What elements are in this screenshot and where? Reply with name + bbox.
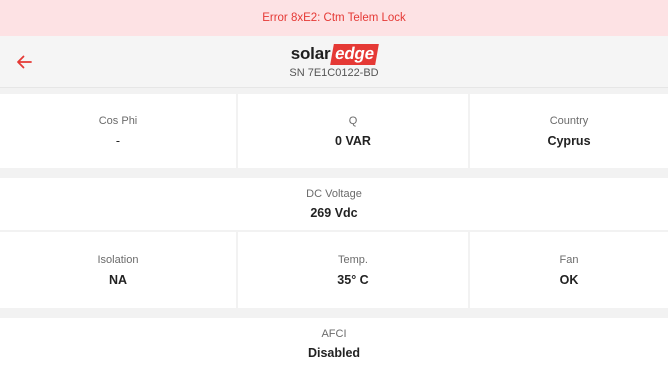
app-header: solar edge SN 7E1C0122-BD: [0, 36, 668, 88]
q-label: Q: [348, 114, 358, 127]
isolation-value: NA: [108, 272, 128, 287]
cos-phi-label: Cos Phi: [98, 114, 138, 127]
dc-voltage-card: DC Voltage 269 Vdc: [0, 178, 668, 230]
afci-value: Disabled: [307, 346, 361, 360]
logo-edge-text: edge: [330, 44, 380, 65]
logo-solar-text: solar: [290, 44, 331, 63]
solaredge-logo: solar edge: [0, 44, 668, 65]
temp-card: Temp. 35° C: [238, 232, 468, 308]
dc-voltage-value: 269 Vdc: [310, 206, 358, 220]
fan-label: Fan: [559, 253, 579, 266]
error-banner-text: Error 8xE2: Ctm Telem Lock: [262, 12, 406, 24]
fan-card: Fan OK: [470, 232, 668, 308]
q-card: Q 0 VAR: [238, 94, 468, 168]
afci-label: AFCI: [321, 328, 347, 340]
cos-phi-value: -: [115, 133, 121, 148]
error-banner: Error 8xE2: Ctm Telem Lock: [0, 0, 668, 36]
dc-voltage-label: DC Voltage: [306, 188, 362, 200]
country-card: Country Cyprus: [470, 94, 668, 168]
cos-phi-card: Cos Phi -: [0, 94, 236, 168]
temp-label: Temp.: [338, 253, 368, 266]
q-value: 0 VAR: [335, 133, 371, 148]
fan-value: OK: [559, 272, 579, 287]
afci-card: AFCI Disabled: [0, 318, 668, 370]
serial-number: SN 7E1C0122-BD: [289, 67, 379, 79]
country-label: Country: [549, 114, 589, 127]
temp-value: 35° C: [337, 272, 369, 287]
isolation-card: Isolation NA: [0, 232, 236, 308]
isolation-label: Isolation: [97, 253, 139, 266]
country-value: Cyprus: [547, 133, 591, 148]
